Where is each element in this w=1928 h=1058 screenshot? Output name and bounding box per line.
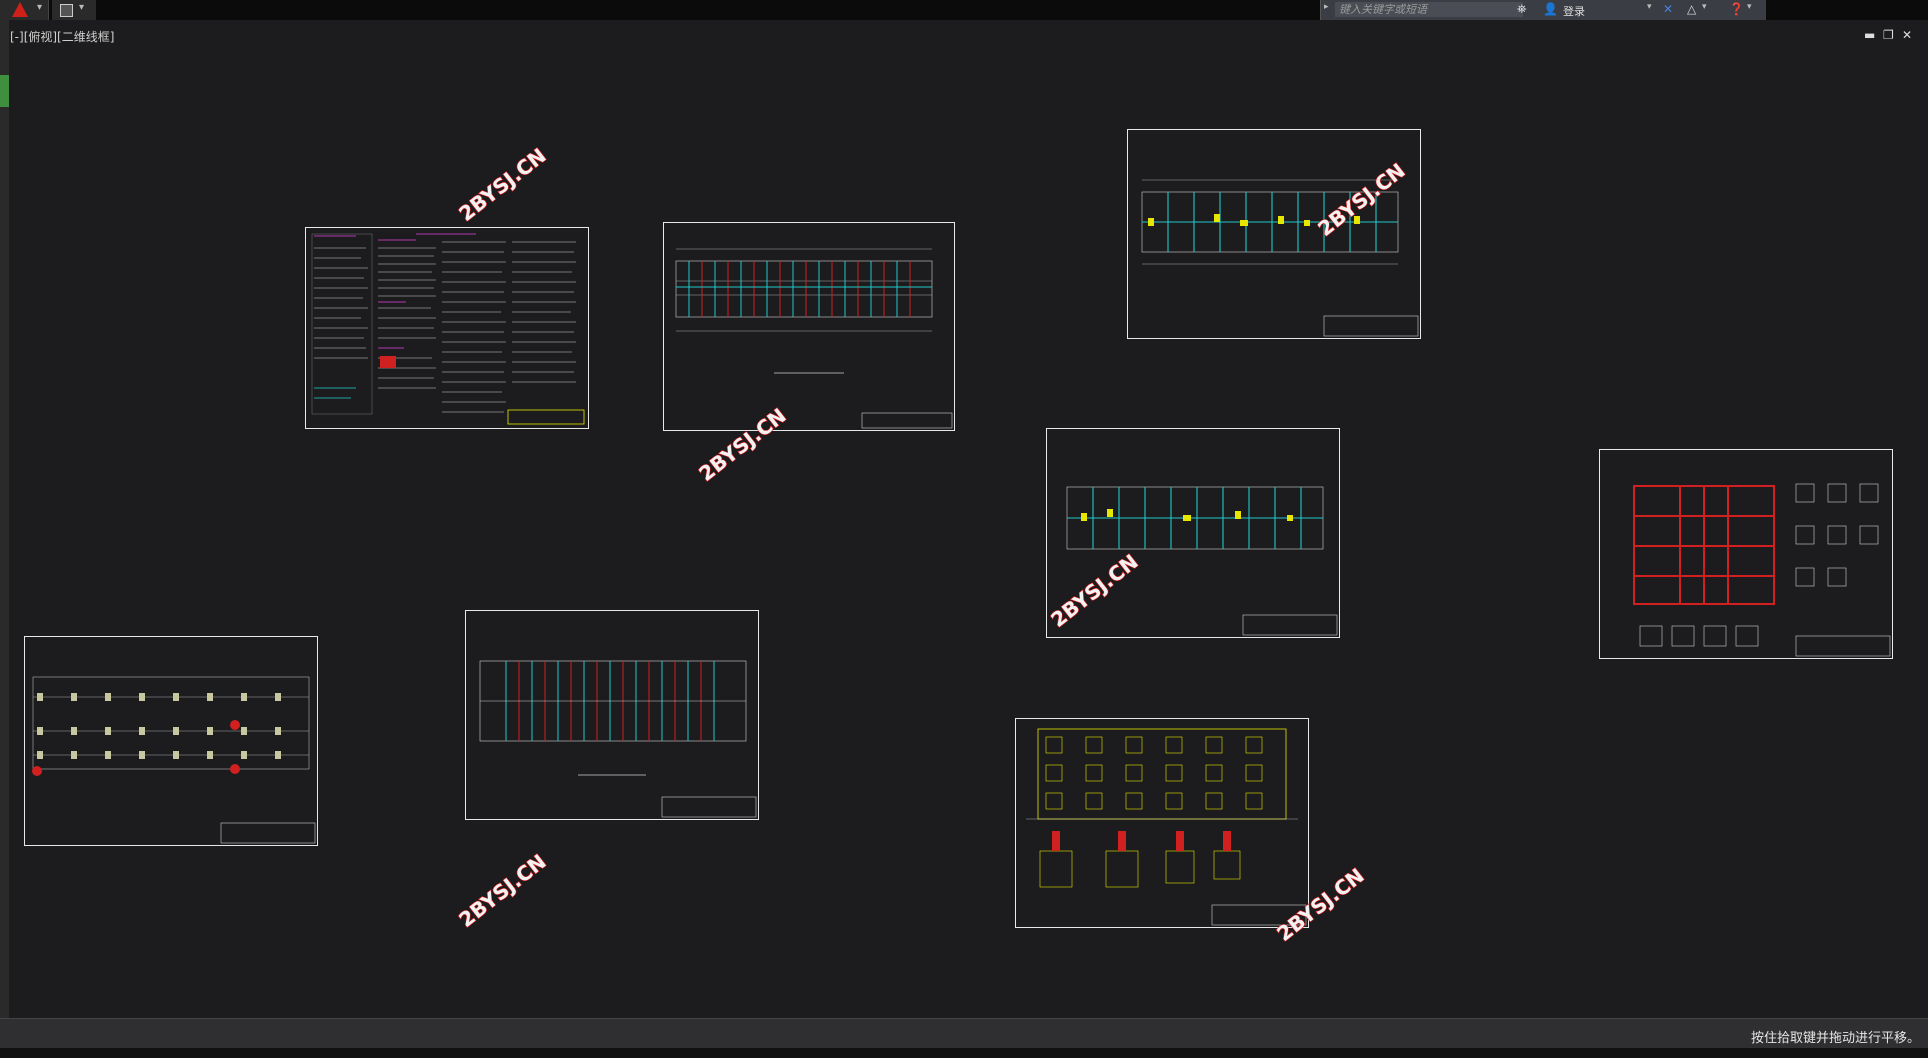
floor-plan-a-drawing	[675, 248, 953, 429]
help-dropdown-icon[interactable]: ▾	[1747, 2, 1752, 12]
infocenter: ▸ ⛯ 👤 登录 ▾ ✕ △ ▾ ❓ ▾	[1320, 0, 1766, 20]
login-button[interactable]: 登录	[1563, 3, 1585, 19]
drawing-sheet-beam-plan[interactable]	[465, 610, 759, 820]
title-bar: ▾ ▾ ▸ ⛯ 👤 登录 ▾ ✕ △ ▾ ❓ ▾	[0, 0, 1928, 20]
minimize-icon[interactable]: ▬	[1864, 28, 1875, 42]
status-message: 按住拾取键并拖动进行平移。	[1750, 1031, 1920, 1046]
a360-icon[interactable]: △	[1687, 2, 1696, 16]
frame-elevation-drawing	[1633, 483, 1891, 657]
drawing-sheet-frame-elevation[interactable]	[1599, 449, 1893, 659]
user-icon[interactable]: 👤	[1543, 2, 1558, 16]
drawing-sheet-column-layout[interactable]	[24, 636, 318, 846]
beam-plan-drawing	[479, 660, 757, 818]
expand-arrow-icon[interactable]: ▸	[1324, 2, 1329, 12]
drawing-sheet-design-notes[interactable]	[305, 227, 589, 429]
drawing-sheet-floor-plan-b[interactable]	[1127, 129, 1421, 339]
help-icon[interactable]: ❓	[1729, 2, 1744, 16]
save-icon[interactable]	[60, 4, 73, 17]
design-notes-drawing	[311, 233, 585, 425]
left-palette-edge	[0, 20, 9, 1040]
login-dropdown-icon[interactable]: ▾	[1647, 2, 1652, 12]
search-input[interactable]	[1335, 2, 1523, 17]
autocad-logo-icon	[12, 2, 28, 17]
status-bar: 按住拾取键并拖动进行平移。	[0, 1018, 1928, 1049]
watermark-text: 2BYSJ.CN	[454, 849, 550, 932]
application-menu-button[interactable]: ▾	[0, 0, 49, 20]
palette-tab[interactable]	[0, 75, 9, 107]
x-exchange-icon[interactable]: ✕	[1663, 2, 1673, 16]
restore-icon[interactable]: ❐	[1883, 28, 1894, 42]
binoculars-icon[interactable]: ⛯	[1517, 2, 1527, 17]
bottom-edge	[0, 1048, 1928, 1058]
drawing-sheet-floor-plan-a[interactable]	[663, 222, 955, 431]
floor-plan-b-drawing	[1141, 179, 1419, 337]
chevron-down-icon: ▾	[37, 2, 43, 13]
quick-access-toolbar: ▾	[52, 0, 96, 20]
drawing-sheet-floor-plan-c[interactable]	[1046, 428, 1340, 638]
qat-dropdown-icon[interactable]: ▾	[79, 2, 84, 13]
viewport-controls[interactable]: [-][俯视][二维线框]	[10, 28, 114, 45]
drawing-sheet-foundation-plan[interactable]	[1015, 718, 1309, 928]
close-icon[interactable]: ✕	[1902, 28, 1912, 42]
foundation-plan-drawing	[1026, 728, 1307, 926]
floor-plan-c-drawing	[1066, 486, 1338, 636]
a360-dropdown-icon[interactable]: ▾	[1702, 2, 1707, 12]
watermark-text: 2BYSJ.CN	[454, 143, 550, 226]
column-layout-drawing	[32, 676, 316, 844]
